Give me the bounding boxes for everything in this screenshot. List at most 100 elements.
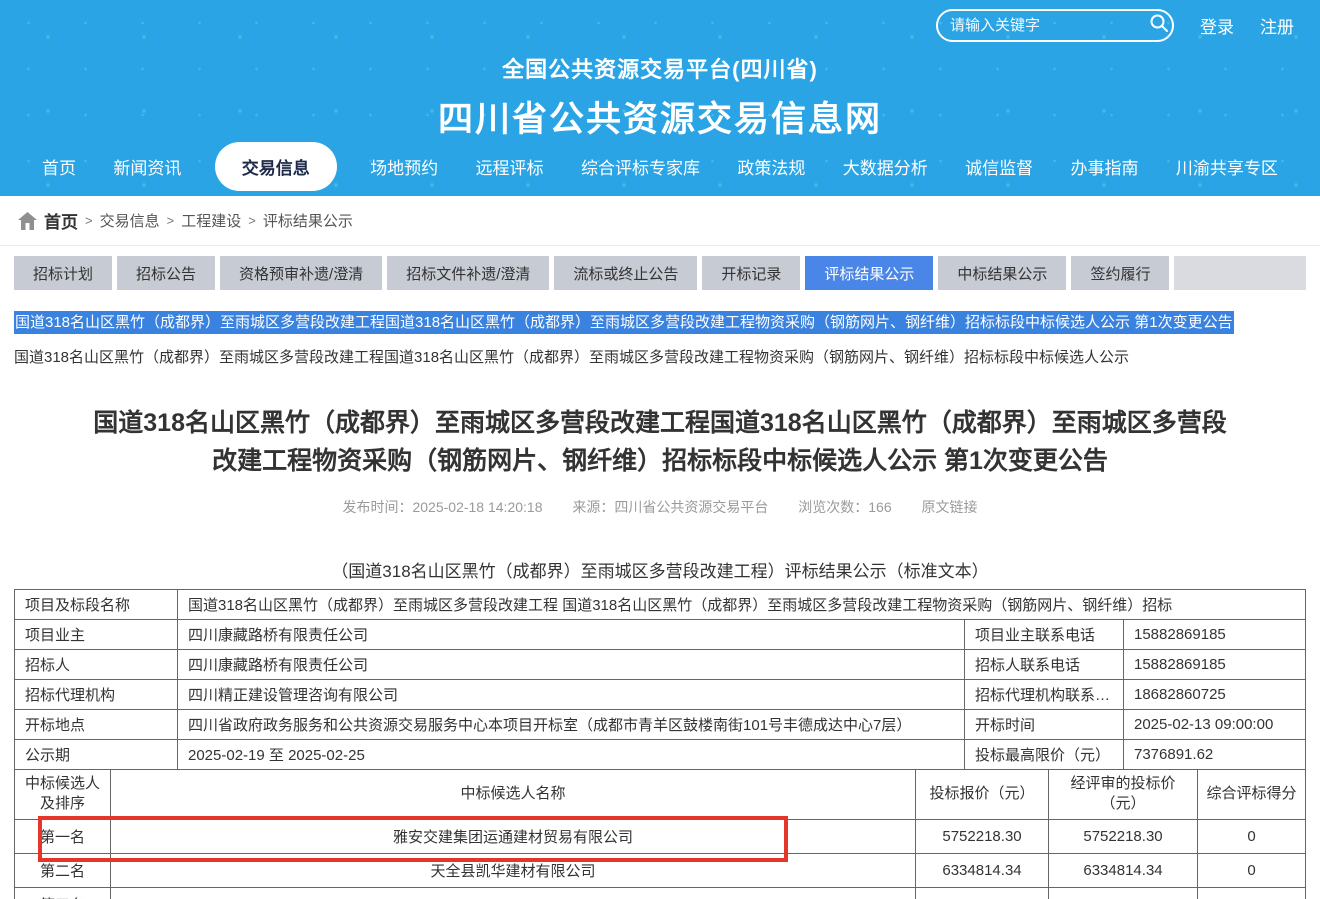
list-item-selected[interactable]: 国道318名山区黑竹（成都界）至雨城区多营段改建工程国道318名山区黑竹（成都界… bbox=[14, 312, 1306, 333]
table-row: 开标地点 四川省政府政务服务和公共资源交易服务中心本项目开标室（成都市青羊区鼓楼… bbox=[15, 710, 1306, 740]
nav-item-home[interactable]: 首页 bbox=[38, 146, 80, 187]
evaluated-price-cell bbox=[1049, 887, 1198, 899]
article-meta: 发布时间：2025-02-18 14:20:18 来源：四川省公共资源交易平台 … bbox=[0, 497, 1320, 517]
tab-bid-plan[interactable]: 招标计划 bbox=[14, 256, 112, 290]
nav-item-trade-info[interactable]: 交易信息 bbox=[215, 142, 337, 191]
search-box[interactable] bbox=[936, 9, 1174, 42]
nav-item-venue-booking[interactable]: 场地预约 bbox=[366, 146, 442, 187]
rank-cell: 第三名 bbox=[15, 887, 111, 899]
list-item[interactable]: 国道318名山区黑竹（成都界）至雨城区多营段改建工程国道318名山区黑竹（成都界… bbox=[14, 347, 1306, 368]
tab-evaluation-result[interactable]: 评标结果公示 bbox=[805, 256, 933, 290]
table-row: 第二名 天全县凯华建材有限公司 6334814.34 6334814.34 0 bbox=[15, 853, 1306, 887]
page: 登录 注册 全国公共资源交易平台(四川省) 四川省公共资源交易信息网 首页 新闻… bbox=[0, 0, 1320, 899]
agency-value-cell: 四川精正建设管理咨询有限公司 bbox=[178, 680, 965, 710]
publish-time-label: 发布时间： bbox=[342, 499, 412, 515]
candidate-name-cell: 天全县凯华建材有限公司 bbox=[111, 853, 916, 887]
open-time-value-cell: 2025-02-13 09:00:00 bbox=[1124, 710, 1306, 740]
owner-phone-label-cell: 项目业主联系电话 bbox=[965, 620, 1124, 650]
breadcrumb-item-evaluation-result[interactable]: 评标结果公示 bbox=[263, 210, 353, 231]
publicity-label-cell: 公示期 bbox=[15, 740, 178, 770]
source-label: 来源： bbox=[572, 499, 614, 515]
login-link[interactable]: 登录 bbox=[1200, 13, 1234, 38]
site-title: 四川省公共资源交易信息网 bbox=[0, 91, 1320, 142]
max-price-label-cell: 投标最高限价（元） bbox=[965, 740, 1124, 770]
tab-bid-announcement[interactable]: 招标公告 bbox=[117, 256, 215, 290]
owner-phone-value-cell: 15882869185 bbox=[1124, 620, 1306, 650]
tenderer-value-cell: 四川康藏路桥有限责任公司 bbox=[178, 650, 965, 680]
tab-prequalification-supplement[interactable]: 资格预审补遗/澄清 bbox=[220, 256, 382, 290]
original-link[interactable]: 原文链接 bbox=[922, 497, 978, 517]
publicity-value-cell: 2025-02-19 至 2025-02-25 bbox=[178, 740, 965, 770]
venue-value-cell: 四川省政府政务服务和公共资源交易服务中心本项目开标室（成都市青羊区鼓楼南街101… bbox=[178, 710, 965, 740]
breadcrumb-item-engineering[interactable]: 工程建设 bbox=[181, 210, 241, 231]
breadcrumb-home[interactable]: 首页 bbox=[44, 208, 78, 233]
tenderer-phone-label-cell: 招标人联系电话 bbox=[965, 650, 1124, 680]
view-count-label: 浏览次数： bbox=[798, 499, 868, 515]
source: 来源：四川省公共资源交易平台 bbox=[572, 497, 768, 517]
site-header: 登录 注册 全国公共资源交易平台(四川省) 四川省公共资源交易信息网 首页 新闻… bbox=[0, 0, 1320, 196]
search-icon[interactable] bbox=[1149, 13, 1169, 38]
candidate-name-cell bbox=[111, 887, 916, 899]
site-subtitle: 全国公共资源交易平台(四川省) bbox=[0, 52, 1320, 84]
breadcrumb-item-trade-info[interactable]: 交易信息 bbox=[100, 210, 160, 231]
table-row: 项目及标段名称 国道318名山区黑竹（成都界）至雨城区多营段改建工程 国道318… bbox=[15, 590, 1306, 620]
candidate-name-cell: 雅安交建集团运通建材贸易有限公司 bbox=[111, 819, 916, 853]
tab-winning-result[interactable]: 中标结果公示 bbox=[938, 256, 1066, 290]
list-item-selected-text[interactable]: 国道318名山区黑竹（成都界）至雨城区多营段改建工程国道318名山区黑竹（成都界… bbox=[14, 311, 1234, 334]
nav-item-expert-pool[interactable]: 综合评标专家库 bbox=[577, 146, 704, 187]
table-row: 招标人 四川康藏路桥有限责任公司 招标人联系电话 15882869185 bbox=[15, 650, 1306, 680]
publish-time-value: 2025-02-18 14:20:18 bbox=[412, 499, 542, 515]
nav-item-remote-evaluation[interactable]: 远程评标 bbox=[472, 146, 548, 187]
header-evaluated-price: 经评审的投标价（元） bbox=[1049, 770, 1198, 820]
owner-label-cell: 项目业主 bbox=[15, 620, 178, 650]
owner-value-cell: 四川康藏路桥有限责任公司 bbox=[178, 620, 965, 650]
rank-cell: 第一名 bbox=[15, 819, 111, 853]
main-nav: 首页 新闻资讯 交易信息 场地预约 远程评标 综合评标专家库 政策法规 大数据分… bbox=[0, 142, 1320, 190]
table-row: 项目业主 四川康藏路桥有限责任公司 项目业主联系电话 15882869185 bbox=[15, 620, 1306, 650]
header-rank: 中标候选人及排序 bbox=[15, 770, 111, 820]
nav-item-guide[interactable]: 办事指南 bbox=[1067, 146, 1143, 187]
project-label-cell: 项目及标段名称 bbox=[15, 590, 178, 620]
view-count: 浏览次数：166 bbox=[798, 497, 891, 517]
bid-price-cell: 6334814.34 bbox=[916, 853, 1049, 887]
nav-item-policies[interactable]: 政策法规 bbox=[733, 146, 809, 187]
project-value-cell: 国道318名山区黑竹（成都界）至雨城区多营段改建工程 国道318名山区黑竹（成都… bbox=[178, 590, 1306, 620]
table-row: 第三名 bbox=[15, 887, 1306, 899]
tenderer-label-cell: 招标人 bbox=[15, 650, 178, 680]
home-icon[interactable] bbox=[18, 212, 37, 230]
tab-bid-doc-supplement[interactable]: 招标文件补遗/澄清 bbox=[387, 256, 549, 290]
breadcrumb-separator: > bbox=[248, 213, 256, 228]
page-title: 国道318名山区黑竹（成都界）至雨城区多营段改建工程国道318名山区黑竹（成都界… bbox=[80, 404, 1240, 480]
search-input[interactable] bbox=[950, 17, 1149, 34]
tab-failure-termination[interactable]: 流标或终止公告 bbox=[554, 256, 697, 290]
register-link[interactable]: 注册 bbox=[1260, 13, 1294, 38]
view-count-value: 166 bbox=[868, 499, 891, 515]
agency-label-cell: 招标代理机构 bbox=[15, 680, 178, 710]
tab-bid-opening-record[interactable]: 开标记录 bbox=[702, 256, 800, 290]
table-row: 招标代理机构 四川精正建设管理咨询有限公司 招标代理机构联系电话 1868286… bbox=[15, 680, 1306, 710]
breadcrumb: 首页 > 交易信息 > 工程建设 > 评标结果公示 bbox=[0, 196, 1320, 246]
nav-item-integrity[interactable]: 诚信监督 bbox=[961, 146, 1037, 187]
bid-price-cell bbox=[916, 887, 1049, 899]
nav-item-chuanyu-zone[interactable]: 川渝共享专区 bbox=[1172, 146, 1282, 187]
breadcrumb-separator: > bbox=[85, 213, 93, 228]
table-row: 公示期 2025-02-19 至 2025-02-25 投标最高限价（元） 73… bbox=[15, 740, 1306, 770]
breadcrumb-separator: > bbox=[167, 213, 175, 228]
header-bid-price: 投标报价（元） bbox=[916, 770, 1049, 820]
candidates-header-row: 中标候选人及排序 中标候选人名称 投标报价（元） 经评审的投标价（元） 综合评标… bbox=[15, 770, 1306, 820]
nav-item-big-data[interactable]: 大数据分析 bbox=[839, 146, 932, 187]
header-score: 综合评标得分 bbox=[1198, 770, 1306, 820]
open-time-label-cell: 开标时间 bbox=[965, 710, 1124, 740]
score-cell bbox=[1198, 887, 1306, 899]
nav-item-news[interactable]: 新闻资讯 bbox=[109, 146, 185, 187]
score-cell: 0 bbox=[1198, 819, 1306, 853]
evaluated-price-cell: 5752218.30 bbox=[1049, 819, 1198, 853]
candidates-table: 中标候选人及排序 中标候选人名称 投标报价（元） 经评审的投标价（元） 综合评标… bbox=[14, 769, 1306, 899]
venue-label-cell: 开标地点 bbox=[15, 710, 178, 740]
result-table-caption: （国道318名山区黑竹（成都界）至雨城区多营段改建工程）评标结果公示（标准文本） bbox=[0, 557, 1320, 582]
announcement-list: 国道318名山区黑竹（成都界）至雨城区多营段改建工程国道318名山区黑竹（成都界… bbox=[14, 312, 1306, 368]
topbar: 登录 注册 bbox=[936, 9, 1294, 42]
result-table-wrap: 项目及标段名称 国道318名山区黑竹（成都界）至雨城区多营段改建工程 国道318… bbox=[14, 589, 1306, 899]
evaluated-price-cell: 6334814.34 bbox=[1049, 853, 1198, 887]
tab-contract-performance[interactable]: 签约履行 bbox=[1071, 256, 1169, 290]
